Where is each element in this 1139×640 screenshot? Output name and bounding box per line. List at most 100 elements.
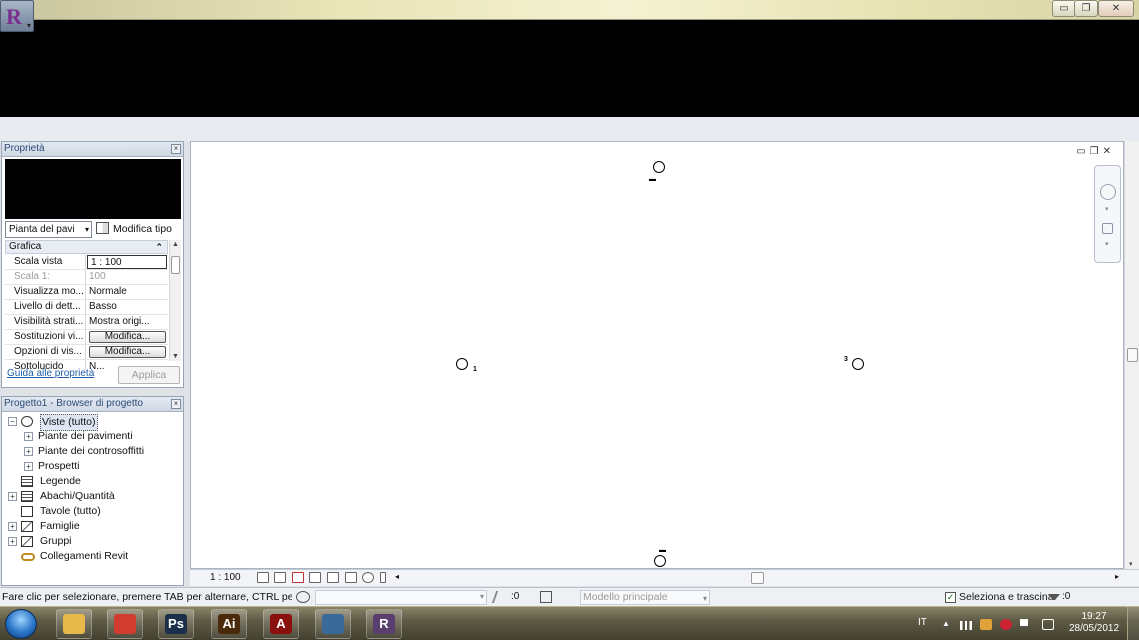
edit-type-button[interactable]: Modifica tipo	[96, 221, 172, 238]
flag-icon[interactable]	[1020, 619, 1032, 626]
detail-level-icon[interactable]	[257, 572, 269, 583]
scroll-right-icon[interactable]: ▸	[1115, 572, 1119, 581]
workset-combo[interactable]: ▾	[315, 590, 487, 605]
application-menu-button[interactable]: R ▾	[0, 0, 34, 32]
chevron-down-icon[interactable]: ▾	[1105, 240, 1109, 248]
language-indicator[interactable]: IT	[918, 617, 927, 628]
drawing-canvas[interactable]: ▭❐✕ ▬ 1 3 ▬ ▾ ▾	[190, 141, 1124, 569]
scrollbar-thumb[interactable]	[751, 572, 764, 584]
volume-icon[interactable]	[1042, 619, 1054, 630]
expand-icon[interactable]: +	[24, 462, 33, 471]
taskbar-app-illustrator[interactable]: Ai	[211, 609, 247, 639]
visual-style-icon[interactable]	[274, 572, 286, 583]
zoom-icon[interactable]	[1102, 223, 1113, 234]
view-scale[interactable]: 1 : 100	[210, 572, 241, 583]
sun-path-icon[interactable]	[292, 572, 304, 583]
filter-icon[interactable]	[1048, 594, 1060, 600]
property-row[interactable]: Scala 1: 100	[5, 270, 168, 285]
tree-node[interactable]: + Abachi/Quantità	[2, 489, 183, 504]
table-icon	[21, 491, 33, 502]
edit-property-button[interactable]: Modifica...	[89, 331, 166, 343]
property-row[interactable]: Scala vista 1 : 100	[5, 255, 168, 270]
property-group-header[interactable]: Grafica ⌃	[5, 240, 168, 254]
expand-icon[interactable]: +	[8, 492, 17, 501]
expand-icon[interactable]: +	[8, 537, 17, 546]
crop-view-icon[interactable]	[327, 572, 339, 583]
tree-node[interactable]: + Prospetti	[2, 459, 183, 474]
scrollbar-thumb[interactable]	[1127, 348, 1138, 362]
restore-button[interactable]: ❐	[1074, 0, 1098, 17]
collapse-icon[interactable]: −	[8, 417, 17, 426]
elevation-marker-east[interactable]	[852, 358, 864, 370]
scrollbar-thumb[interactable]	[171, 256, 180, 274]
close-button[interactable]: ✕	[1098, 0, 1134, 17]
elevation-marker-north[interactable]	[653, 161, 665, 173]
taskbar-app-acrobat[interactable]: A	[263, 609, 299, 639]
tree-node[interactable]: Legende	[2, 474, 183, 489]
steering-wheel-icon[interactable]	[1100, 184, 1116, 200]
chevron-down-icon[interactable]: ▾	[1105, 205, 1109, 213]
clock-time: 19:27	[1081, 611, 1107, 622]
elevation-marker-south[interactable]	[654, 555, 666, 567]
property-row[interactable]: Visibilità strati... Mostra origi...	[5, 315, 168, 330]
crop-region-icon[interactable]	[345, 572, 357, 583]
property-row[interactable]: Livello di dett... Basso	[5, 300, 168, 315]
design-option-combo[interactable]: Modello principale ▾	[580, 590, 710, 605]
property-value[interactable]: Mostra origi...	[86, 315, 168, 329]
expand-icon[interactable]: +	[24, 432, 33, 441]
signal-icon[interactable]	[960, 621, 972, 630]
system-clock[interactable]: 19:27 28/05/2012	[1064, 611, 1124, 635]
property-row[interactable]: Sostituzioni vi... Modifica...	[5, 330, 168, 345]
type-selector[interactable]: Pianta del pavi ▾	[5, 221, 92, 238]
expand-icon[interactable]: +	[24, 447, 33, 456]
property-value[interactable]: Modifica...	[86, 330, 168, 344]
design-options-icon[interactable]	[540, 591, 552, 603]
tree-node[interactable]: + Gruppi	[2, 534, 183, 549]
network-icon[interactable]	[980, 619, 992, 630]
properties-help-link[interactable]: Guida alle proprietà	[7, 368, 94, 379]
edit-type-icon	[96, 222, 109, 234]
select-and-drag-checkbox[interactable]: ✓	[945, 592, 956, 603]
tree-node[interactable]: + Piante dei controsoffitti	[2, 444, 183, 459]
property-value[interactable]: Modifica...	[86, 345, 168, 359]
close-icon[interactable]: ×	[171, 144, 181, 154]
property-row[interactable]: Opzioni di vis... Modifica...	[5, 345, 168, 360]
taskbar-app-monitor[interactable]	[315, 609, 351, 639]
scroll-left-icon[interactable]: ◂	[395, 572, 399, 581]
canvas-vertical-scrollbar[interactable]: ▾	[1124, 141, 1139, 569]
tree-node[interactable]: − Viste (tutto)	[2, 414, 183, 431]
taskbar-app-photoshop[interactable]: Ps	[158, 609, 194, 639]
tree-node[interactable]: + Famiglie	[2, 519, 183, 534]
alert-icon[interactable]	[1000, 619, 1012, 630]
reveal-hidden-icon[interactable]	[380, 572, 386, 583]
scroll-down-icon[interactable]: ▼	[172, 353, 179, 360]
expand-icon[interactable]: +	[8, 522, 17, 531]
show-desktop-button[interactable]	[1127, 607, 1139, 640]
canvas-horizontal-scrollbar[interactable]: ◂ ▸	[395, 572, 1119, 585]
minimize-button[interactable]: ▭	[1052, 0, 1076, 17]
tree-node[interactable]: Collegamenti Revit	[2, 549, 183, 564]
temporary-hide-icon[interactable]	[362, 572, 374, 583]
taskbar-app-chrome[interactable]	[107, 609, 143, 639]
edit-property-button[interactable]: Modifica...	[89, 346, 166, 358]
workset-icon[interactable]	[296, 591, 310, 603]
property-value[interactable]: Basso	[86, 300, 168, 314]
editable-only-icon[interactable]	[491, 591, 509, 603]
tree-node[interactable]: Tavole (tutto)	[2, 504, 183, 519]
tray-expand-icon[interactable]: ▲	[942, 619, 954, 630]
shadows-icon[interactable]	[309, 572, 321, 583]
apply-button[interactable]: Applica	[118, 366, 180, 384]
properties-scrollbar[interactable]: ▲ ▼	[169, 240, 181, 361]
start-button[interactable]	[5, 609, 37, 639]
scroll-down-icon[interactable]: ▾	[1129, 560, 1133, 568]
tree-node[interactable]: + Piante dei pavimenti	[2, 429, 183, 444]
close-icon[interactable]: ×	[171, 399, 181, 409]
taskbar-app-explorer[interactable]	[56, 609, 92, 639]
property-value[interactable]: Normale	[86, 285, 168, 299]
taskbar-app-revit[interactable]: R	[366, 609, 402, 639]
property-value[interactable]: 1 : 100	[87, 255, 167, 269]
view-window-controls[interactable]: ▭❐✕	[1076, 146, 1115, 157]
elevation-marker-west[interactable]	[456, 358, 468, 370]
scroll-up-icon[interactable]: ▲	[172, 241, 179, 248]
property-row[interactable]: Visualizza mo... Normale	[5, 285, 168, 300]
